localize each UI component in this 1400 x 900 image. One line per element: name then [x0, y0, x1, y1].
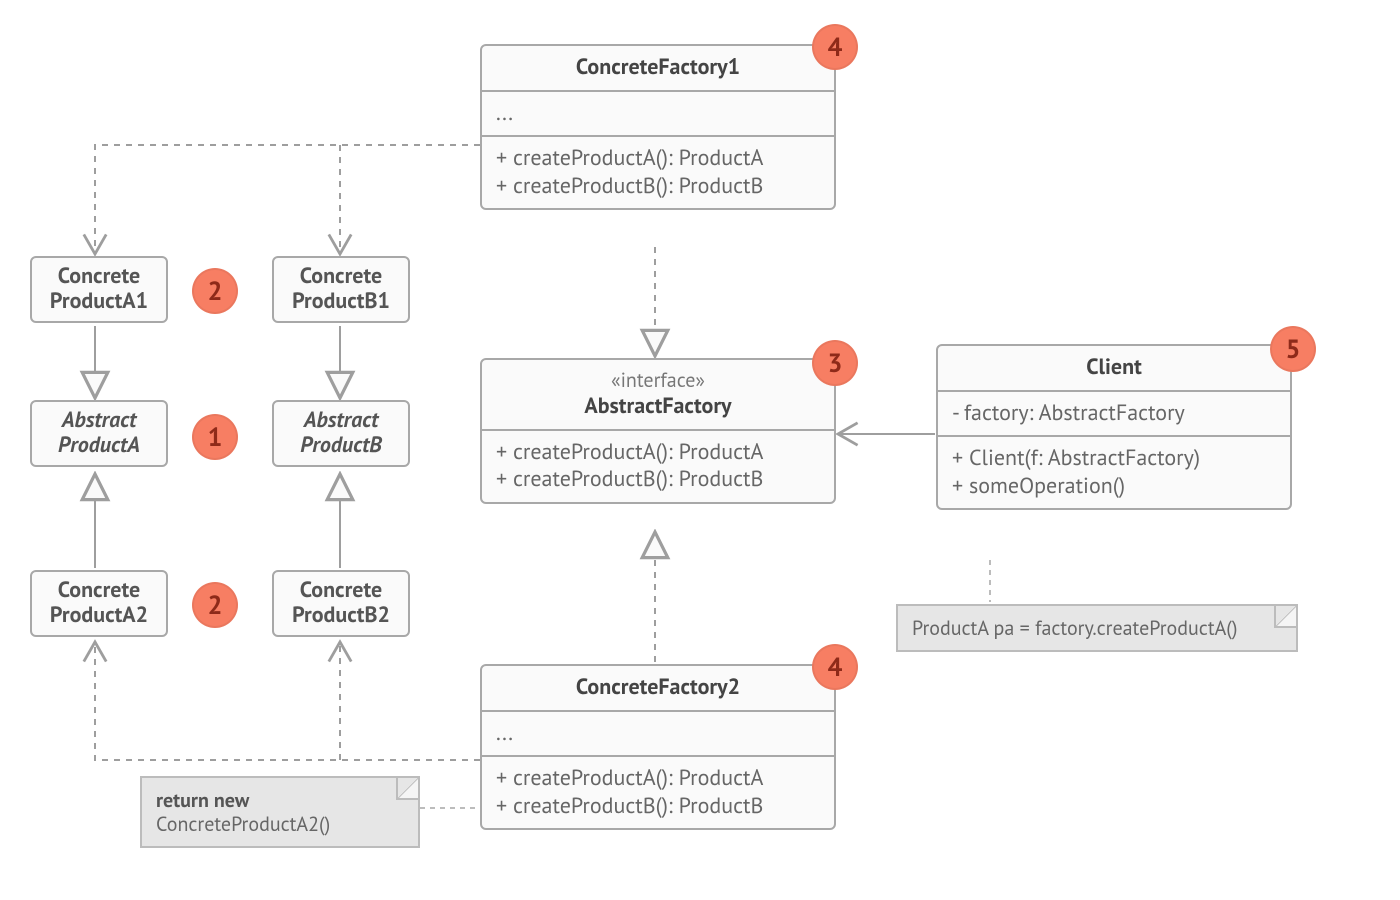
box-concrete-product-b1: Concrete ProductB1 [272, 256, 410, 323]
note-line: return new [156, 787, 249, 813]
class-fields: ... [482, 710, 834, 756]
box-concrete-factory-1: ConcreteFactory1 ... + createProductA():… [480, 44, 836, 210]
note-fold-icon [396, 778, 418, 800]
class-name: ConcreteFactory1 [482, 46, 834, 90]
label: Concrete [58, 576, 140, 604]
badge-3: 3 [812, 340, 858, 386]
note-client-body: ProductA pa = factory.createProductA() [896, 604, 1298, 652]
class-name: Client [938, 346, 1290, 390]
badge-5: 5 [1270, 326, 1316, 372]
label: ProductB1 [292, 287, 390, 315]
label: ProductA2 [50, 601, 148, 629]
method: + createProductB(): ProductB [496, 173, 820, 201]
note-fold-icon [1274, 606, 1296, 628]
box-abstract-factory: «interface» AbstractFactory + createProd… [480, 358, 836, 504]
label: ProductB2 [292, 601, 390, 629]
box-concrete-product-a2: Concrete ProductA2 [30, 570, 168, 637]
method: + createProductA(): ProductA [496, 145, 820, 173]
badge-2b: 2 [192, 582, 238, 628]
label: Abstract [304, 406, 379, 434]
stereotype: «interface» [496, 368, 820, 393]
box-concrete-factory-2: ConcreteFactory2 ... + createProductA():… [480, 664, 836, 830]
label: Concrete [300, 262, 382, 290]
class-fields: - factory: AbstractFactory [938, 390, 1290, 436]
method: + createProductB(): ProductB [496, 793, 820, 821]
badge-1: 1 [192, 414, 238, 460]
method: + createProductB(): ProductB [496, 466, 820, 494]
box-abstract-product-b: Abstract ProductB [272, 400, 410, 467]
box-abstract-product-a: Abstract ProductA [30, 400, 168, 467]
box-concrete-product-a1: Concrete ProductA1 [30, 256, 168, 323]
method: + createProductA(): ProductA [496, 765, 820, 793]
badge-2a: 2 [192, 268, 238, 314]
note-line: ConcreteProductA2() [156, 811, 330, 837]
class-fields: ... [482, 90, 834, 136]
label: Abstract [62, 406, 137, 434]
label: ProductA [58, 431, 140, 459]
box-concrete-product-b2: Concrete ProductB2 [272, 570, 410, 637]
box-client: Client - factory: AbstractFactory + Clie… [936, 344, 1292, 510]
label: Concrete [300, 576, 382, 604]
method: + Client(f: AbstractFactory) [952, 445, 1276, 473]
note-line: ProductA pa = factory.createProductA() [912, 615, 1238, 641]
method: + someOperation() [952, 473, 1276, 501]
class-name: ConcreteFactory2 [482, 666, 834, 710]
label: ProductA1 [50, 287, 148, 315]
badge-4b: 4 [812, 644, 858, 690]
field: - factory: AbstractFactory [952, 400, 1276, 428]
method: + createProductA(): ProductA [496, 439, 820, 467]
label: Concrete [58, 262, 140, 290]
badge-4a: 4 [812, 24, 858, 70]
class-name: AbstractFactory [584, 392, 731, 420]
label: ProductB [300, 431, 382, 459]
note-factory2-body: return new ConcreteProductA2() [140, 776, 420, 848]
